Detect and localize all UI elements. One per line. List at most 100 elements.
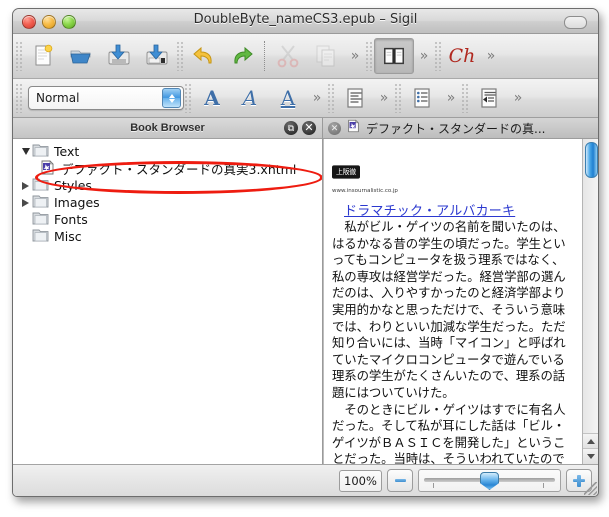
scrollbar-thumb[interactable]	[585, 142, 598, 178]
redo-arrow-icon	[234, 46, 253, 64]
toolbar-grip-4[interactable]	[434, 41, 443, 71]
open-file-button[interactable]	[62, 39, 100, 73]
toolbar-toggle-button[interactable]	[564, 16, 587, 29]
scroll-up-arrow-icon[interactable]	[583, 433, 598, 449]
close-panel-icon[interactable]: ✕	[302, 121, 316, 135]
paragraph-style-value: Normal	[36, 91, 80, 105]
bullet-list-button[interactable]	[403, 81, 441, 115]
redo-button[interactable]	[223, 39, 261, 73]
site-url-text: www.insournalistic.co.jp	[332, 188, 398, 194]
tab-label[interactable]: デファクト・スタンダードの真...	[366, 120, 545, 137]
folder-icon	[32, 143, 49, 161]
zoom-control-group: 100%	[339, 469, 592, 492]
xhtml-file-icon	[346, 119, 361, 138]
folder-icon	[32, 211, 49, 229]
save-disk-icon	[108, 44, 130, 65]
toolbar-grip[interactable]	[15, 41, 24, 71]
undo-button[interactable]	[185, 39, 223, 73]
tree-item-text[interactable]: Text	[13, 143, 322, 160]
cut-button[interactable]	[269, 39, 307, 73]
document-area: 上阪徹 www.insournalistic.co.jp ドラマチック・アルバカ…	[323, 139, 598, 464]
save-as-disk-icon	[146, 44, 168, 65]
tree-item-xhtml-file[interactable]: デファクト・スタンダードの真実3.xhtml	[13, 159, 322, 178]
spellcheck-button[interactable]: Ch	[443, 39, 481, 73]
format-toolbar-grip-3[interactable]	[327, 83, 336, 113]
window-resize-grip[interactable]	[584, 482, 597, 495]
format-overflow-button-4[interactable]: »	[508, 83, 528, 113]
underline-button[interactable]: A	[269, 81, 307, 115]
zoom-level-value[interactable]: 100%	[339, 469, 382, 492]
status-bar: 100%	[13, 464, 598, 496]
format-toolbar: Normal A A A » » » »	[13, 79, 598, 118]
tree-item-misc[interactable]: Misc	[13, 228, 322, 245]
toolbar-grip-2[interactable]	[176, 41, 185, 71]
tree-item-label: Fonts	[54, 212, 88, 227]
save-as-button[interactable]	[138, 39, 176, 73]
format-overflow-button-1[interactable]: »	[307, 83, 327, 113]
copy-button[interactable]	[307, 39, 345, 73]
paragraph-style-select[interactable]: Normal	[28, 86, 184, 110]
book-browser-header: Book Browser ⧉ ✕	[13, 118, 322, 139]
folder-icon	[32, 194, 49, 212]
italic-button[interactable]: A	[231, 81, 269, 115]
format-toolbar-grip-2[interactable]	[184, 83, 193, 113]
minus-icon	[394, 478, 406, 483]
stepper-icon[interactable]	[162, 88, 181, 108]
slider-tick	[433, 483, 434, 488]
copy-pages-icon	[316, 45, 335, 67]
format-toolbar-grip[interactable]	[15, 83, 24, 113]
tree-item-images[interactable]: Images	[13, 194, 322, 211]
title-bar: DoubleByte_nameCS3.epub – Sigil	[13, 9, 598, 34]
book-browser-panel: Book Browser ⧉ ✕ Text デファクト・スタンダードの真実3.x…	[13, 118, 323, 464]
book-browser-title: Book Browser	[130, 122, 205, 134]
bold-button[interactable]: A	[193, 81, 231, 115]
float-panel-icon[interactable]: ⧉	[284, 121, 298, 135]
tab-close-icon[interactable]: ✕	[328, 121, 341, 135]
toolbar-overflow-button-3[interactable]: »	[481, 41, 501, 71]
toolbar-overflow-button-2[interactable]: »	[414, 41, 434, 71]
expand-twisty-right-icon[interactable]	[19, 181, 32, 190]
format-overflow-button-3[interactable]: »	[441, 83, 461, 113]
document-scrollbar[interactable]	[582, 139, 598, 464]
toolbar-separator	[264, 41, 266, 71]
xhtml-file-icon	[39, 159, 56, 178]
tree-item-label: Text	[54, 144, 80, 159]
align-left-button[interactable]	[336, 81, 374, 115]
expand-twisty-right-icon[interactable]	[19, 198, 32, 207]
format-overflow-button-2[interactable]: »	[374, 83, 394, 113]
main-toolbar: » » Ch »	[13, 34, 598, 79]
document-heading: ドラマチック・アルバカーキ	[344, 204, 516, 219]
new-file-button[interactable]	[24, 39, 62, 73]
tree-item-styles[interactable]: Styles	[13, 177, 322, 194]
expand-twisty-down-icon[interactable]	[19, 148, 32, 155]
decrease-indent-icon	[481, 88, 497, 108]
zoom-slider[interactable]	[418, 469, 561, 492]
spellcheck-ch-icon: Ch	[448, 45, 476, 67]
save-button[interactable]	[100, 39, 138, 73]
book-logo-badge: 上阪徹	[332, 165, 360, 179]
zoom-out-button[interactable]	[387, 469, 413, 492]
toolbar-overflow-button-1[interactable]: »	[345, 41, 365, 71]
format-toolbar-grip-4[interactable]	[394, 83, 403, 113]
slider-thumb[interactable]	[480, 472, 499, 490]
tree-item-label: Styles	[54, 178, 92, 193]
undo-arrow-icon	[193, 46, 212, 64]
format-toolbar-grip-5[interactable]	[461, 83, 470, 113]
decrease-indent-button[interactable]	[470, 81, 508, 115]
folder-icon	[32, 228, 49, 246]
open-folder-icon	[70, 50, 91, 64]
tab-bar: ✕ デファクト・スタンダードの真...	[323, 118, 598, 139]
bold-a-icon: A	[204, 86, 220, 110]
tree-item-fonts[interactable]: Fonts	[13, 211, 322, 228]
book-view-button[interactable]	[374, 38, 414, 74]
application-window: DoubleByte_nameCS3.epub – Sigil » » Ch »…	[12, 8, 599, 497]
align-left-icon	[347, 88, 363, 108]
scroll-down-arrow-icon[interactable]	[583, 448, 598, 464]
document-content[interactable]: 上阪徹 www.insournalistic.co.jp ドラマチック・アルバカ…	[324, 139, 582, 464]
book-browser-tree[interactable]: Text デファクト・スタンダードの真実3.xhtml Styles Image…	[13, 139, 322, 464]
scissors-icon	[277, 45, 299, 68]
toolbar-grip-3[interactable]	[365, 41, 374, 71]
underline-a-icon: A	[280, 86, 296, 110]
new-file-icon	[35, 44, 53, 66]
folder-icon	[32, 177, 49, 195]
